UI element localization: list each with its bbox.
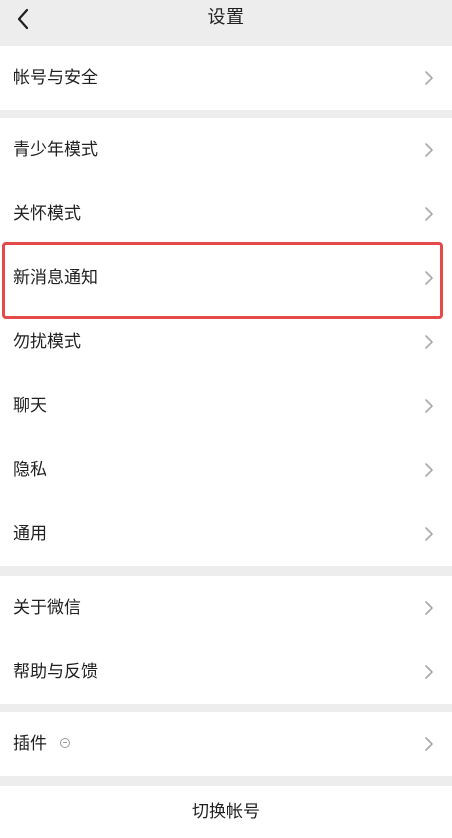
row-care-mode[interactable]: 关怀模式 xyxy=(0,182,452,246)
row-label: 隐私 xyxy=(13,460,47,480)
chevron-right-icon xyxy=(424,600,434,616)
row-help-feedback[interactable]: 帮助与反馈 xyxy=(0,640,452,704)
row-new-message-notifications[interactable]: 新消息通知 xyxy=(0,246,452,310)
row-label: 聊天 xyxy=(13,396,47,416)
chevron-right-icon xyxy=(424,664,434,680)
chevron-right-icon xyxy=(424,70,434,86)
plugins-label: 插件 xyxy=(13,734,47,754)
group-account: 帐号与安全 xyxy=(0,46,452,110)
row-general[interactable]: 通用 xyxy=(0,502,452,566)
row-label: 关怀模式 xyxy=(13,204,81,224)
chevron-right-icon xyxy=(424,736,434,752)
chevron-right-icon xyxy=(424,398,434,414)
group-plugins: 插件 xyxy=(0,712,452,776)
switch-account-label: 切换帐号 xyxy=(192,802,260,822)
row-label: 新消息通知 xyxy=(13,268,98,288)
chevron-right-icon xyxy=(424,142,434,158)
chevron-right-icon xyxy=(424,462,434,478)
row-label: 插件 xyxy=(13,732,71,756)
chevron-right-icon xyxy=(424,334,434,350)
chevron-right-icon xyxy=(424,526,434,542)
row-privacy[interactable]: 隐私 xyxy=(0,438,452,502)
row-label: 关于微信 xyxy=(13,598,81,618)
plugin-status-icon xyxy=(60,738,71,748)
row-teen-mode[interactable]: 青少年模式 xyxy=(0,118,452,182)
row-label: 勿扰模式 xyxy=(13,332,81,352)
switch-account-button[interactable]: 切换帐号 xyxy=(0,786,452,838)
row-about-wechat[interactable]: 关于微信 xyxy=(0,576,452,640)
group-main: 青少年模式 关怀模式 新消息通知 勿扰模式 聊天 隐私 通用 xyxy=(0,118,452,566)
row-plugins[interactable]: 插件 xyxy=(0,712,452,776)
row-label: 帐号与安全 xyxy=(13,68,98,88)
row-label: 青少年模式 xyxy=(13,140,98,160)
settings-screen: 设置 帐号与安全 青少年模式 关怀模式 新消息通知 勿扰模式 聊天 隐私 通用 … xyxy=(0,0,452,838)
row-chat[interactable]: 聊天 xyxy=(0,374,452,438)
row-do-not-disturb[interactable]: 勿扰模式 xyxy=(0,310,452,374)
group-about: 关于微信 帮助与反馈 xyxy=(0,576,452,704)
row-label: 帮助与反馈 xyxy=(13,662,98,682)
page-title: 设置 xyxy=(207,7,245,28)
chevron-right-icon xyxy=(424,206,434,222)
row-label: 通用 xyxy=(13,524,47,544)
top-bar: 设置 xyxy=(0,0,452,46)
row-account-security[interactable]: 帐号与安全 xyxy=(0,46,452,110)
chevron-right-icon xyxy=(424,270,434,286)
